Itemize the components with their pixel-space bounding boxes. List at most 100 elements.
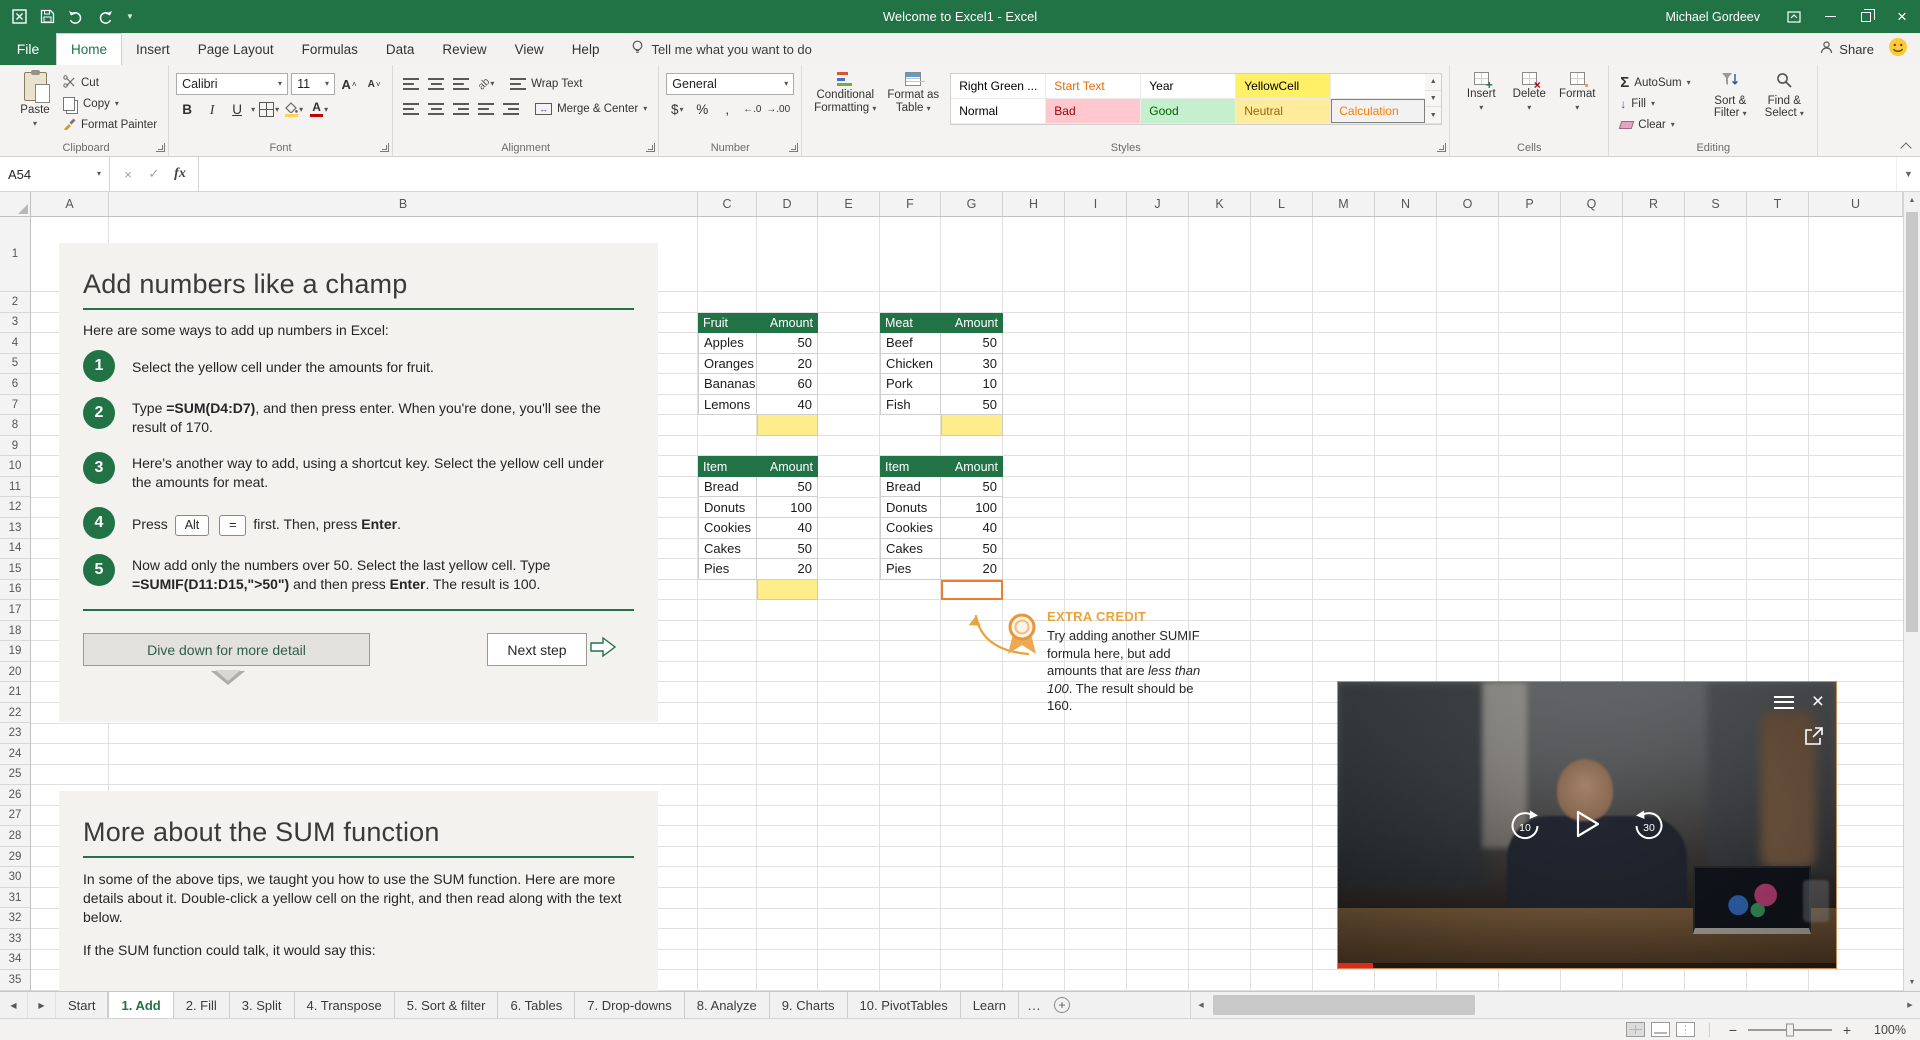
row-header-26[interactable]: 26	[0, 785, 30, 806]
account-user-name[interactable]: Michael Gordeev	[1666, 10, 1761, 24]
sheet-nav-right-icon[interactable]: ▶	[28, 992, 56, 1018]
vertical-scroll-thumb[interactable]	[1906, 212, 1918, 632]
column-header-h[interactable]: H	[1003, 192, 1065, 216]
amount-cell[interactable]: 30	[941, 353, 1003, 375]
horizontal-scroll-thumb[interactable]	[1213, 995, 1475, 1015]
row-header-14[interactable]: 14	[0, 539, 30, 560]
item-cell[interactable]: Apples	[698, 333, 757, 354]
table-header-item[interactable]: Item	[880, 456, 941, 477]
row-header-18[interactable]: 18	[0, 621, 30, 642]
comma-style-button[interactable]: ,	[716, 99, 738, 120]
bold-button[interactable]: B	[176, 99, 198, 120]
row-header-5[interactable]: 5	[0, 354, 30, 375]
scroll-down-icon[interactable]: ▼	[1904, 974, 1920, 991]
row-header-23[interactable]: 23	[0, 723, 30, 745]
sheet-tab-learn[interactable]: Learn	[961, 992, 1019, 1018]
column-header-a[interactable]: A	[31, 192, 109, 216]
amount-cell[interactable]: 50	[941, 333, 1003, 354]
merge-center-button[interactable]: ↔ Merge & Center ▾	[531, 99, 651, 118]
ribbon-tab-home[interactable]: Home	[56, 33, 123, 65]
item-cell[interactable]: Bread	[880, 476, 941, 498]
find-select-button[interactable]: Find & Select ▾	[1758, 69, 1810, 120]
gallery-up-icon[interactable]: ▲	[1425, 74, 1442, 91]
select-all-corner[interactable]	[0, 192, 31, 217]
sheet-tab-10-pivottables[interactable]: 10. PivotTables	[848, 992, 961, 1018]
row-header-35[interactable]: 35	[0, 970, 30, 991]
item-cell[interactable]: Chicken	[880, 353, 941, 375]
row-header-9[interactable]: 9	[0, 436, 30, 457]
formula-input[interactable]	[199, 157, 1896, 191]
cell-style-bad[interactable]: Bad	[1046, 99, 1142, 124]
amount-cell[interactable]: 40	[757, 518, 818, 539]
clear-button[interactable]: Clear ▾	[1616, 115, 1702, 134]
amount-cell[interactable]: 40	[757, 394, 818, 416]
row-header-29[interactable]: 29	[0, 847, 30, 868]
grow-font-button[interactable]: A ˄	[338, 74, 360, 95]
name-box[interactable]: A54 ▾	[0, 157, 110, 191]
table-header-meat[interactable]: Meat	[880, 313, 941, 334]
zoom-slider[interactable]	[1748, 1023, 1832, 1036]
redo-icon[interactable]	[97, 10, 113, 24]
enter-icon[interactable]: ✓	[142, 166, 166, 182]
row-header-30[interactable]: 30	[0, 867, 30, 888]
row-header-12[interactable]: 12	[0, 497, 30, 519]
table-header-amount[interactable]: Amount	[941, 313, 1003, 334]
vertical-scrollbar[interactable]: ▲ ▼	[1903, 192, 1920, 991]
amount-cell[interactable]: 20	[941, 559, 1003, 580]
sheet-tab-4-transpose[interactable]: 4. Transpose	[295, 992, 395, 1018]
row-header-13[interactable]: 13	[0, 518, 30, 539]
amount-cell[interactable]: 100	[941, 497, 1003, 519]
cell-style-neutral[interactable]: Neutral	[1236, 99, 1332, 124]
autosum-button[interactable]: Σ AutoSum ▾	[1616, 73, 1702, 92]
copy-button[interactable]: Copy ▾	[59, 94, 161, 113]
row-header-21[interactable]: 21	[0, 682, 30, 703]
page-break-view-button[interactable]	[1676, 1022, 1695, 1037]
ribbon-tab-insert[interactable]: Insert	[122, 33, 184, 65]
shrink-font-button[interactable]: A ˅	[363, 74, 385, 95]
accounting-format-button[interactable]: $ ▾	[666, 99, 688, 120]
row-header-16[interactable]: 16	[0, 580, 30, 601]
table-header-item[interactable]: Item	[698, 456, 757, 477]
sheet-tab-start[interactable]: Start	[56, 992, 109, 1018]
cell-style-right-green[interactable]: Right Green ...	[951, 74, 1047, 99]
alignment-dialog-launcher[interactable]	[646, 143, 656, 152]
row-header-24[interactable]: 24	[0, 744, 30, 765]
yellow-input-cell[interactable]	[757, 415, 818, 436]
paste-button[interactable]: Paste ▾	[11, 69, 59, 129]
cell-style-start-text[interactable]: Start Text	[1046, 74, 1142, 99]
video-close-icon[interactable]: ×	[1812, 691, 1824, 712]
decrease-decimal-button[interactable]: →.00	[766, 99, 790, 120]
format-painter-button[interactable]: Format Painter	[59, 115, 161, 134]
cell-style-yellowcell[interactable]: YellowCell	[1236, 74, 1332, 99]
row-header-7[interactable]: 7	[0, 395, 30, 416]
column-header-t[interactable]: T	[1747, 192, 1809, 216]
scroll-left-icon[interactable]: ◀	[1191, 992, 1211, 1018]
zoom-in-button[interactable]: +	[1838, 1022, 1856, 1038]
column-header-p[interactable]: P	[1499, 192, 1561, 216]
share-button[interactable]: Share	[1820, 41, 1874, 57]
italic-button[interactable]: I	[201, 99, 223, 120]
row-header-17[interactable]: 17	[0, 600, 30, 621]
gallery-more-icon[interactable]: ▼	[1425, 107, 1442, 125]
restore-button[interactable]	[1848, 0, 1884, 33]
customize-qat-icon[interactable]: ▼	[126, 12, 134, 21]
column-header-i[interactable]: I	[1065, 192, 1127, 216]
column-header-f[interactable]: F	[880, 192, 941, 216]
item-cell[interactable]: Pies	[880, 559, 941, 580]
row-header-19[interactable]: 19	[0, 641, 30, 662]
column-header-c[interactable]: C	[698, 192, 757, 216]
font-size-combo[interactable]: 11 ▾	[291, 73, 336, 95]
sheet-tab-9-charts[interactable]: 9. Charts	[770, 992, 848, 1018]
cell-style-normal[interactable]: Normal	[951, 99, 1047, 124]
styles-dialog-launcher[interactable]	[1437, 143, 1447, 152]
insert-function-icon[interactable]: fx	[168, 166, 192, 182]
save-icon[interactable]	[40, 9, 55, 24]
amount-cell[interactable]: 20	[757, 353, 818, 375]
cell-style-good[interactable]: Good	[1141, 99, 1237, 124]
horizontal-scrollbar[interactable]: ◀ ▶	[1190, 992, 1920, 1018]
borders-button[interactable]: ▾	[258, 99, 280, 120]
amount-cell[interactable]: 50	[757, 476, 818, 498]
dive-down-button[interactable]: Dive down for more detail	[83, 633, 370, 666]
amount-cell[interactable]: 100	[757, 497, 818, 519]
insert-cells-button[interactable]: + Insert ▾	[1457, 69, 1505, 113]
